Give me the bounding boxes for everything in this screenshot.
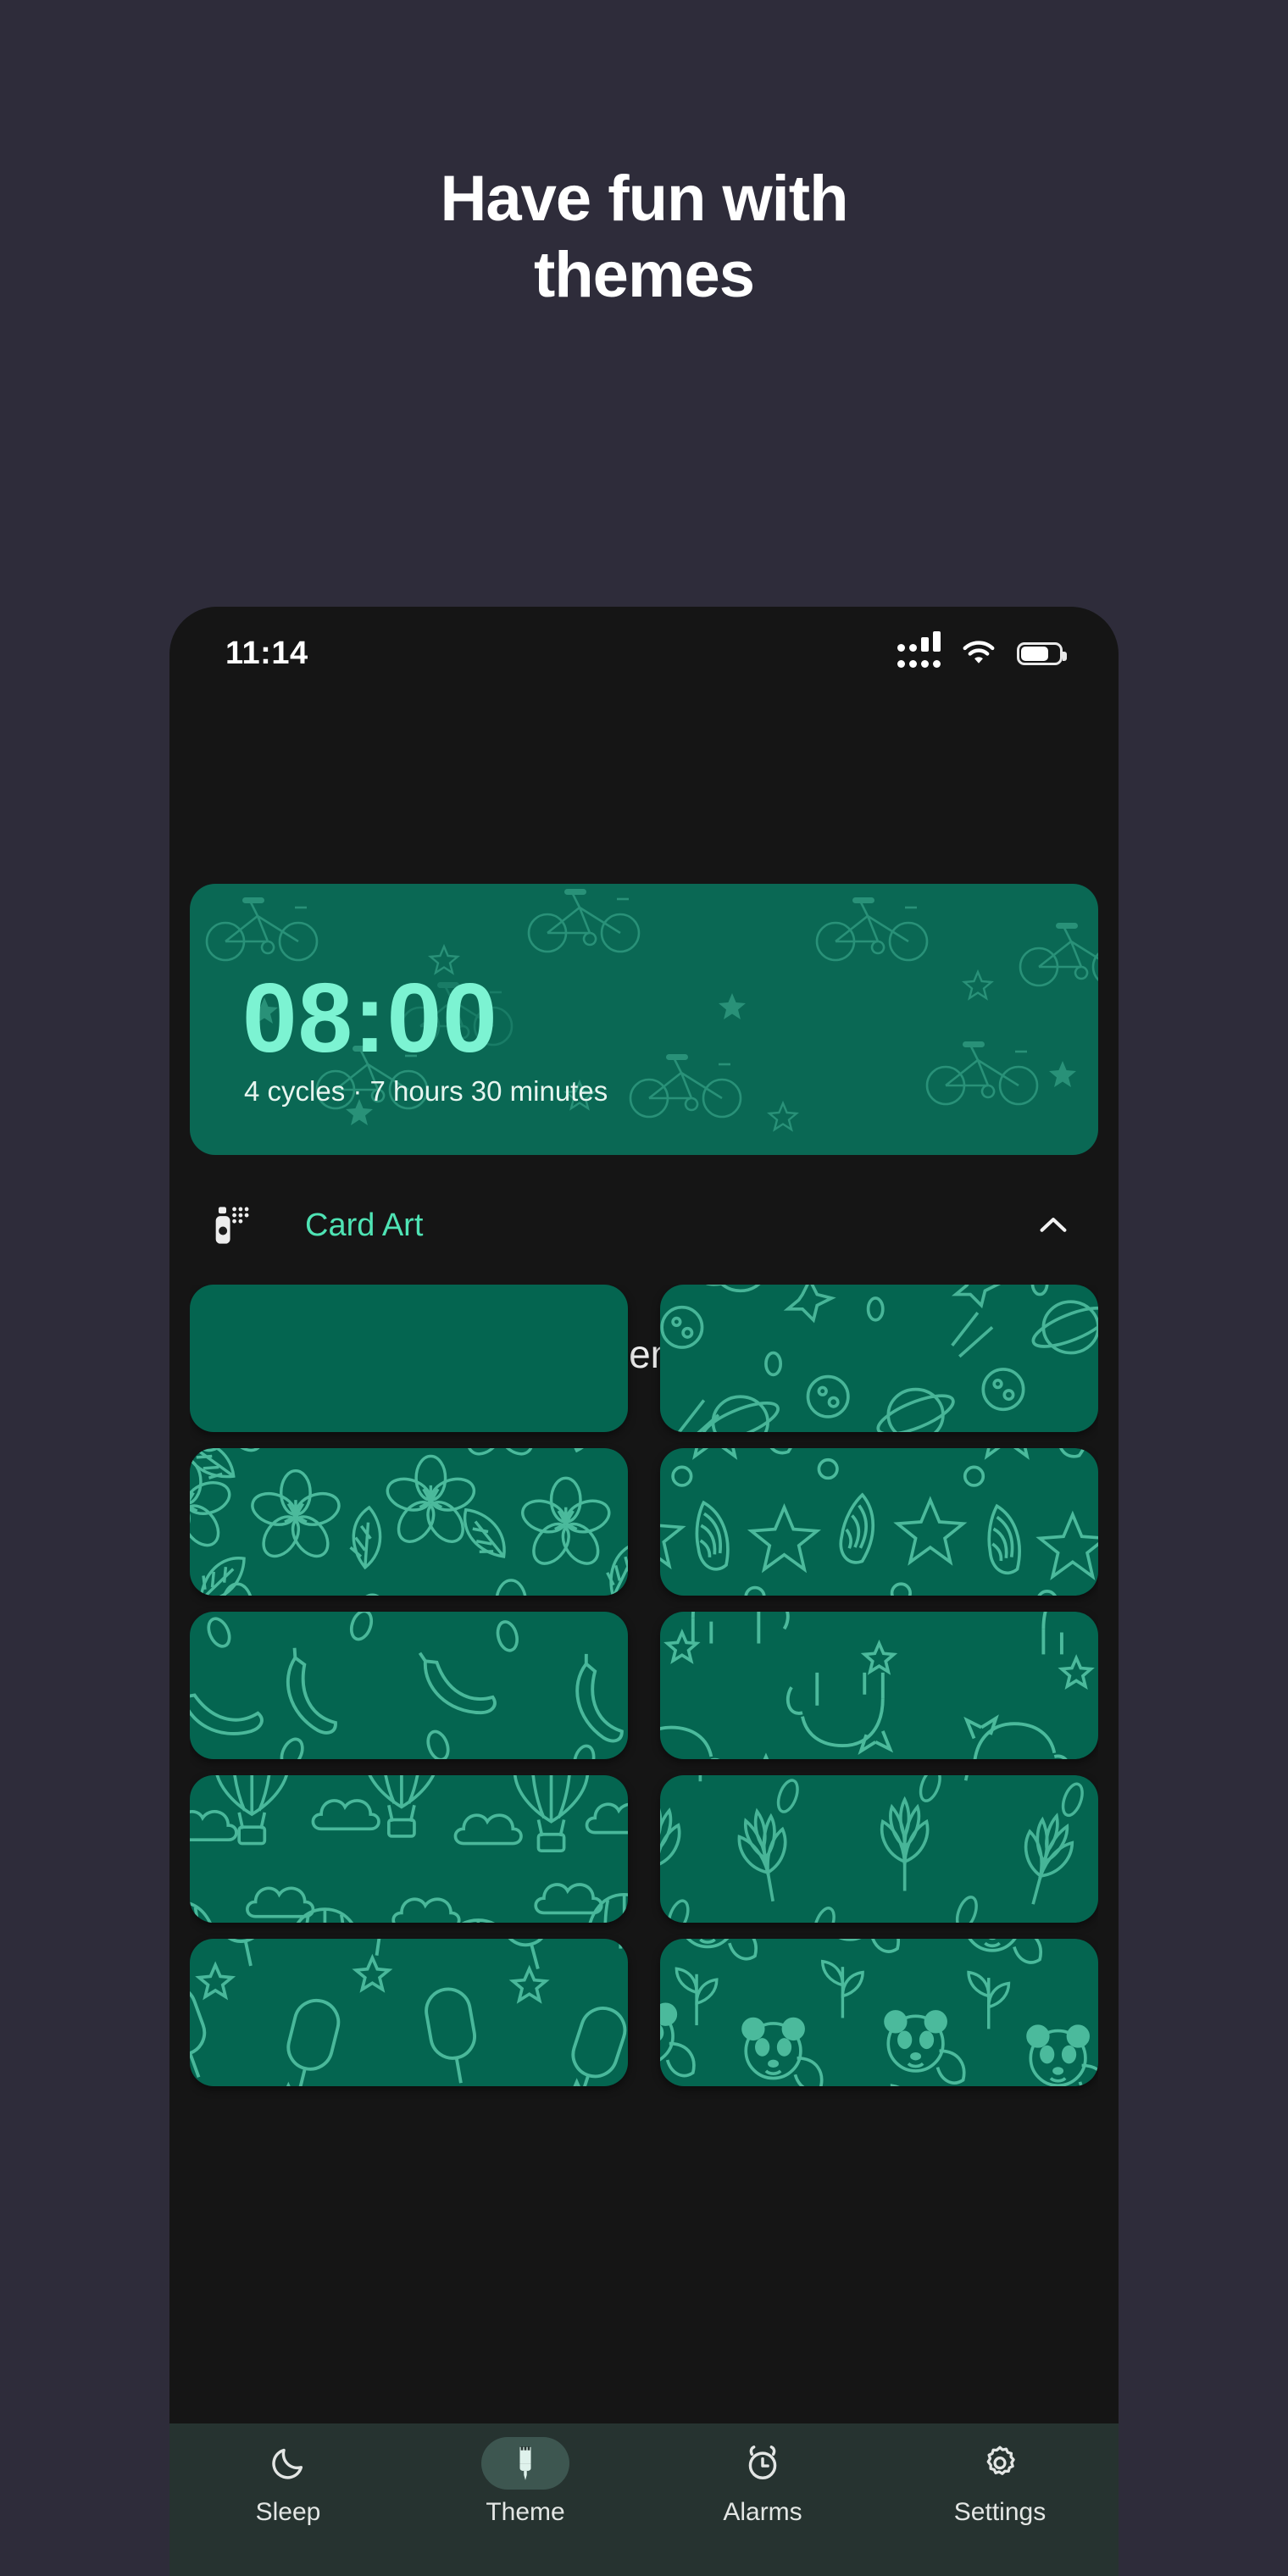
panda-pattern <box>660 1939 1098 2086</box>
promo-headline-line-1: Have fun with <box>440 163 848 235</box>
nav-pill-alarms <box>719 2437 807 2490</box>
card-art-tile-space[interactable] <box>660 1285 1098 1432</box>
bottom-navigation[interactable]: Sleep Theme Alarms Settings <box>169 2423 1119 2576</box>
popsicle-pattern <box>190 1939 628 2086</box>
gear-icon <box>986 2446 1015 2475</box>
spray-paint-icon <box>215 1207 249 1244</box>
promo-headline: Have fun with themes <box>0 161 1288 314</box>
card-art-tile-bananas[interactable] <box>190 1612 628 1759</box>
card-art-tile-icecream[interactable] <box>190 1939 628 2086</box>
card-art-tile-plain[interactable] <box>190 1285 628 1432</box>
theme-preview-card[interactable]: 08:00 4 cycles · 7 hours 30 minutes <box>190 884 1098 1155</box>
nav-item-alarms[interactable]: Alarms <box>674 2437 852 2527</box>
foliage-pattern <box>660 1775 1088 1923</box>
moon-icon <box>272 2448 303 2479</box>
battery-icon <box>1017 641 1067 665</box>
nav-item-settings[interactable]: Settings <box>911 2437 1089 2527</box>
nav-pill-theme <box>481 2437 569 2490</box>
preview-card-subtitle: 4 cycles · 7 hours 30 minutes <box>244 1075 608 1107</box>
chevron-up-icon[interactable] <box>1034 1206 1073 1245</box>
card-art-grid[interactable] <box>190 1285 1098 2481</box>
card-art-tile-foliage[interactable] <box>660 1775 1098 1923</box>
paintbrush-icon <box>519 2446 531 2480</box>
nav-label-theme: Theme <box>486 2498 565 2526</box>
card-art-tile-balloons[interactable] <box>190 1775 628 1923</box>
hot-air-balloon-pattern <box>190 1775 628 1923</box>
nav-label-alarms: Alarms <box>723 2498 802 2526</box>
seashell-pattern <box>660 1448 1098 1596</box>
card-art-tile-tropical[interactable] <box>190 1448 628 1596</box>
nav-label-settings: Settings <box>953 2498 1046 2526</box>
planets-pattern <box>660 1285 1098 1432</box>
card-art-section-label: Card Art <box>305 1207 424 1243</box>
nav-item-sleep[interactable]: Sleep <box>199 2437 377 2527</box>
phone-mockup: 11:14 Theme 08:00 4 cycles · 7 hours 30 … <box>169 607 1119 2576</box>
card-art-section-header[interactable]: Card Art <box>190 1186 1098 1264</box>
nav-label-sleep: Sleep <box>255 2498 321 2526</box>
banana-pattern <box>190 1612 628 1759</box>
status-bar-icons <box>897 630 1067 668</box>
status-bar: 11:14 <box>169 607 1119 700</box>
preview-card-time: 08:00 <box>242 963 498 1073</box>
card-art-tile-cats[interactable] <box>660 1612 1098 1759</box>
status-bar-time: 11:14 <box>225 635 308 671</box>
alarm-clock-icon <box>748 2446 777 2479</box>
tropical-flowers-pattern <box>190 1448 628 1596</box>
card-art-tile-pandas[interactable] <box>660 1939 1098 2086</box>
promo-headline-line-2: themes <box>533 239 755 312</box>
card-art-tile-seashells[interactable] <box>660 1448 1098 1596</box>
cat-pattern <box>660 1612 1098 1759</box>
wifi-icon <box>963 641 995 663</box>
signal-bars-icon <box>897 630 941 668</box>
nav-pill-settings <box>956 2437 1044 2490</box>
nav-item-theme[interactable]: Theme <box>436 2437 614 2527</box>
nav-pill-sleep <box>244 2437 332 2490</box>
